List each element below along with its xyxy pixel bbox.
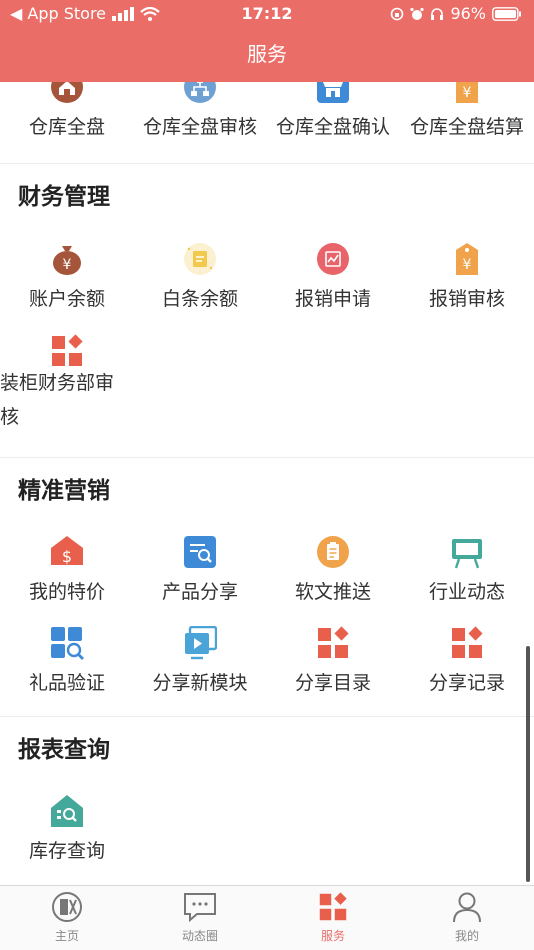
service-label: 账户余额 xyxy=(28,288,105,310)
house-search-icon xyxy=(50,794,84,828)
service-item[interactable]: 分享新模块 xyxy=(133,626,267,695)
svg-text:¥: ¥ xyxy=(463,257,472,273)
grid-diamond-icon xyxy=(316,626,350,660)
chat-icon xyxy=(133,890,267,924)
search-doc-icon xyxy=(183,535,217,569)
service-label: 报销审核 xyxy=(428,288,505,310)
service-item[interactable]: $ 我的特价 xyxy=(0,535,134,604)
service-label-line: 装柜财务部审 xyxy=(0,372,115,394)
marketing-row: $ 我的特价 产品分享 软文推送 行业动态 xyxy=(0,535,534,615)
yen-tag-icon: ¥ xyxy=(450,242,484,276)
service-item[interactable]: 白条余额 xyxy=(133,242,267,311)
report-section-title: 报表查询 xyxy=(18,737,110,763)
alarm-icon xyxy=(410,7,425,20)
service-label: 仓库全盘结算 xyxy=(409,116,524,138)
service-item[interactable]: ¥ 报销审核 xyxy=(400,242,534,311)
battery-icon xyxy=(492,6,521,21)
finance-section-title: 财务管理 xyxy=(18,184,110,210)
tab-label: 我的 xyxy=(454,929,479,943)
service-item[interactable]: 产品分享 xyxy=(133,535,267,604)
tab-home[interactable]: 主页 xyxy=(0,890,134,944)
service-item[interactable]: 礼品验证 xyxy=(0,626,134,695)
section-divider xyxy=(0,716,534,717)
home-icon xyxy=(0,890,134,924)
service-label: 装柜财务部审 核 xyxy=(0,366,120,434)
service-item[interactable]: ¥ 账户余额 xyxy=(0,242,134,311)
tab-mine[interactable]: 我的 xyxy=(400,890,534,944)
tab-service[interactable]: 服务 xyxy=(266,890,400,944)
service-label: 我的特价 xyxy=(28,581,105,603)
finance-row-2: 装柜财务部审 核 xyxy=(0,334,534,434)
tab-label: 服务 xyxy=(320,929,345,943)
service-label: 白条余额 xyxy=(161,288,238,310)
service-label-line: 核 xyxy=(0,406,20,428)
battery-percent: 96% xyxy=(450,4,486,23)
service-item[interactable]: 库存查询 xyxy=(0,794,134,863)
tab-moments[interactable]: 动态圈 xyxy=(133,890,267,944)
section-divider xyxy=(0,457,534,458)
tab-label: 主页 xyxy=(54,929,79,943)
service-label: 软文推送 xyxy=(294,581,371,603)
service-label: 行业动态 xyxy=(428,581,505,603)
svg-text:¥: ¥ xyxy=(463,85,472,101)
warehouse-icon xyxy=(50,82,84,104)
service-item[interactable]: 报销申请 xyxy=(266,242,400,311)
marketing-row-2: 礼品验证 分享新模块 分享目录 分享记录 xyxy=(0,626,534,706)
service-item[interactable]: 分享目录 xyxy=(266,626,400,695)
tab-bar: 主页 动态圈 服务 我的 xyxy=(0,885,534,950)
finance-row: ¥ 账户余额 白条余额 报销申请 ¥ 报销审核 xyxy=(0,242,534,322)
service-label: 库存查询 xyxy=(28,840,105,862)
warehouse-row: 仓库全盘 仓库全盘审核 仓库全盘确认 ¥ 仓库全盘结算 xyxy=(0,82,534,150)
nav-bar: 服务 xyxy=(0,28,534,82)
service-content[interactable]: 仓库全盘 仓库全盘审核 仓库全盘确认 ¥ 仓库全盘结算 财务管理 ¥ 账户余额 … xyxy=(0,82,534,885)
service-item[interactable]: 仓库全盘审核 xyxy=(133,82,267,139)
report-row: 库存查询 xyxy=(0,794,534,874)
tab-label: 动态圈 xyxy=(181,929,218,943)
service-label: 仓库全盘 xyxy=(28,116,105,138)
grid-diamond-icon xyxy=(50,334,84,368)
grid-search-icon xyxy=(50,626,84,660)
easel-icon xyxy=(450,535,484,569)
video-icon xyxy=(183,626,217,660)
service-label: 仓库全盘审核 xyxy=(142,116,257,138)
clipboard-icon xyxy=(316,535,350,569)
marketing-section-title: 精准营销 xyxy=(18,478,110,504)
store-icon xyxy=(316,82,350,104)
service-label: 分享目录 xyxy=(294,672,371,694)
dollar-tag-icon: $ xyxy=(50,535,84,569)
svg-text:$: $ xyxy=(62,547,72,566)
person-icon xyxy=(400,890,534,924)
service-label: 分享新模块 xyxy=(152,672,248,694)
grid-diamond-icon xyxy=(450,626,484,660)
service-item[interactable]: 软文推送 xyxy=(266,535,400,604)
service-label: 产品分享 xyxy=(161,581,238,603)
page-title: 服务 xyxy=(247,42,287,66)
service-label: 报销申请 xyxy=(294,288,371,310)
service-item[interactable]: ¥ 仓库全盘结算 xyxy=(400,82,534,139)
service-label: 分享记录 xyxy=(428,672,505,694)
service-label: 礼品验证 xyxy=(28,672,105,694)
rotation-lock-icon xyxy=(391,7,404,20)
note-icon xyxy=(183,242,217,276)
headphones-icon xyxy=(431,7,444,20)
service-item[interactable]: 分享记录 xyxy=(400,626,534,695)
service-item[interactable]: 仓库全盘确认 xyxy=(266,82,400,139)
svg-text:¥: ¥ xyxy=(63,257,72,273)
status-bar: ◀ App Store 17:12 96% xyxy=(0,0,534,28)
scrollbar[interactable] xyxy=(526,646,530,882)
yen-tag-icon: ¥ xyxy=(450,82,484,104)
section-divider xyxy=(0,163,534,164)
chart-circle-icon xyxy=(316,242,350,276)
service-item[interactable]: 行业动态 xyxy=(400,535,534,604)
service-item[interactable] xyxy=(0,334,134,368)
org-chart-icon xyxy=(183,82,217,104)
service-label: 仓库全盘确认 xyxy=(275,116,390,138)
money-bag-icon: ¥ xyxy=(50,242,84,276)
service-item[interactable]: 仓库全盘 xyxy=(0,82,134,139)
grid-diamond-icon xyxy=(266,890,400,924)
